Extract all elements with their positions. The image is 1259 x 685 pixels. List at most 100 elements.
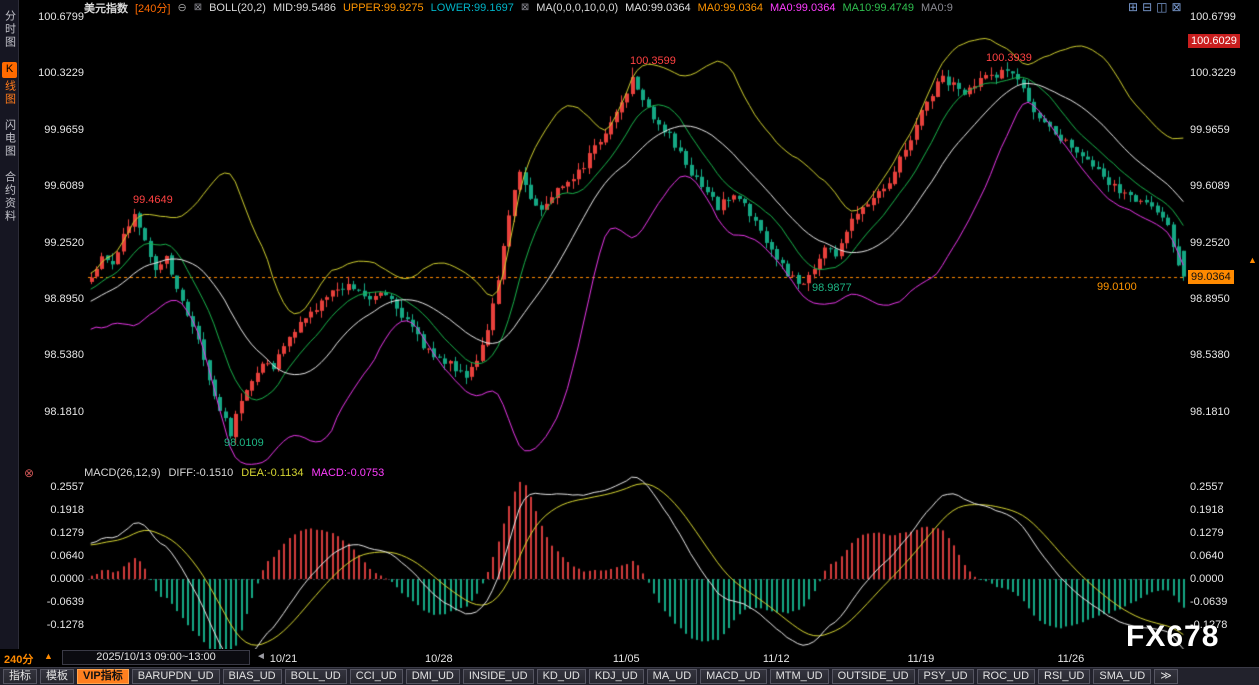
price-badge-1: 99.0364 [1188, 270, 1234, 284]
y-axis-label: 98.8950 [1190, 293, 1230, 305]
price-annotation-0: 99.4649 [133, 194, 173, 206]
ma-value-2: MA0:99.0364 [770, 2, 835, 14]
y-axis-label: 98.5380 [1190, 349, 1230, 361]
tab-VIP指标[interactable]: VIP指标 [77, 669, 129, 684]
price-badge-0: 100.6029 [1188, 34, 1240, 48]
time-axis-bar: 240分 ▲ 2025/10/13 09:00~13:00 ◄ 10/2110/… [0, 649, 1259, 667]
tab-指标[interactable]: 指标 [3, 669, 37, 684]
window-layout-icon-2[interactable]: ◫ [1156, 1, 1167, 14]
active-chart-badge: K [2, 62, 17, 78]
y-axis-label: 99.6089 [44, 180, 84, 192]
chart-canvas[interactable] [0, 0, 1259, 685]
y-axis-label: 99.2520 [44, 237, 84, 249]
ma-remove-icon[interactable]: ⊠ [521, 2, 529, 13]
trading-terminal: 分时图 K线图闪电图合约资料 美元指数 [240分] ⊖ ⊠ BOLL(20,2)… [0, 0, 1259, 685]
x-axis-date-label: 11/19 [908, 653, 935, 665]
ma-label: MA(0,0,0,10,0,0) [536, 2, 618, 14]
tab-MTM_UD[interactable]: MTM_UD [770, 669, 829, 684]
tab-BARUPDN_UD[interactable]: BARUPDN_UD [132, 669, 220, 684]
macd-axis-label: 0.2557 [1190, 481, 1224, 493]
macd-macd-value: MACD:-0.0753 [311, 467, 384, 479]
macd-axis-label: 0.1918 [50, 504, 84, 516]
price-annotation-4: 100.3939 [986, 52, 1032, 64]
ma-values: MA0:99.0364 MA0:99.0364 MA0:99.0364 MA10:99… [625, 2, 953, 14]
x-axis-date-label: 10/28 [425, 653, 453, 665]
y-axis-right: 100.6799100.322999.965999.608999.252098.… [1190, 0, 1256, 685]
y-axis-label: 99.9659 [44, 124, 84, 136]
boll-label: BOLL(20,2) [209, 2, 266, 14]
y-axis-label: 100.6799 [1190, 11, 1236, 23]
ma-value-4: MA0:9 [921, 2, 953, 14]
tab-SMA_UD[interactable]: SMA_UD [1093, 669, 1151, 684]
last-price-arrow-icon: ▲ [1248, 255, 1257, 265]
window-layout-icon-1[interactable]: ⊟ [1142, 1, 1152, 14]
macd-axis-label: 0.2557 [50, 481, 84, 493]
macd-axis-label: 0.1279 [50, 527, 84, 539]
tab-INSIDE_UD[interactable]: INSIDE_UD [463, 669, 534, 684]
symbol-title: 美元指数 [84, 0, 128, 16]
macd-legend: ⊗ MACD(26,12,9) DIFF:-0.1510 DEA:-0.1134… [24, 466, 384, 480]
x-axis-date-label: 11/05 [613, 653, 640, 665]
sidebar-item-0[interactable]: 分时图 [2, 10, 17, 49]
x-axis-date-label: 11/12 [763, 653, 790, 665]
chart-type-sidebar: 分时图 K线图闪电图合约资料 [0, 0, 19, 649]
boll-remove-icon[interactable]: ⊠ [194, 2, 202, 13]
y-axis-label: 100.6799 [38, 11, 84, 23]
tab-KDJ_UD[interactable]: KDJ_UD [589, 669, 644, 684]
macd-axis-label: 0.0000 [50, 573, 84, 585]
price-annotation-2: 100.3599 [630, 55, 676, 67]
collapse-chart-icon[interactable]: ⊖ [177, 1, 186, 14]
tab-MA_UD[interactable]: MA_UD [647, 669, 698, 684]
y-axis-label: 98.1810 [1190, 406, 1230, 418]
tab-≫[interactable]: ≫ [1154, 669, 1178, 684]
macd-axis-label: 0.1279 [1190, 527, 1224, 539]
x-axis-date-label: 10/21 [270, 653, 298, 665]
macd-axis-label: 0.0640 [1190, 550, 1224, 562]
tab-OUTSIDE_UD[interactable]: OUTSIDE_UD [832, 669, 915, 684]
macd-collapse-icon[interactable]: ⊗ [24, 466, 34, 480]
macd-diff-value: DIFF:-0.1510 [168, 467, 233, 479]
macd-axis-label: 0.0640 [50, 550, 84, 562]
tab-模板[interactable]: 模板 [40, 669, 74, 684]
period-label: [240分] [135, 0, 170, 16]
tab-BOLL_UD[interactable]: BOLL_UD [285, 669, 347, 684]
boll-lower-value: LOWER:99.1697 [431, 2, 514, 14]
macd-axis-label: -0.0639 [1190, 596, 1227, 608]
boll-upper-value: UPPER:99.9275 [343, 2, 424, 14]
tab-ROC_UD[interactable]: ROC_UD [977, 669, 1035, 684]
y-axis-left: 100.6799 100.3229 99.9659 99.6089 99.2520 98.… [12, 0, 84, 685]
price-annotation-1: 98.0109 [224, 437, 264, 449]
tab-DMI_UD[interactable]: DMI_UD [406, 669, 460, 684]
price-annotation-5: 99.0100 [1097, 281, 1137, 293]
y-axis-label: 99.2520 [1190, 237, 1230, 249]
ma-value-0: MA0:99.0364 [625, 2, 690, 14]
window-layout-icon-3[interactable]: ⊠ [1171, 1, 1181, 14]
y-axis-label: 100.3229 [38, 67, 84, 79]
tab-MACD_UD[interactable]: MACD_UD [700, 669, 766, 684]
window-layout-icon-0[interactable]: ⊞ [1128, 1, 1138, 14]
sidebar-item-1[interactable]: K线图 [2, 62, 17, 106]
boll-mid-value: MID:99.5486 [273, 2, 336, 14]
ma-value-3: MA10:99.4749 [842, 2, 914, 14]
sidebar-item-3[interactable]: 合约资料 [2, 171, 17, 223]
y-axis-label: 98.1810 [44, 406, 84, 418]
price-annotation-3: 98.9877 [812, 282, 852, 294]
tab-CCI_UD[interactable]: CCI_UD [350, 669, 403, 684]
tab-KD_UD[interactable]: KD_UD [537, 669, 586, 684]
macd-axis-label: -0.0639 [47, 596, 84, 608]
macd-axis-label: -0.1278 [47, 619, 84, 631]
y-axis-label: 98.8950 [44, 293, 84, 305]
macd-axis-label: 0.1918 [1190, 504, 1224, 516]
y-axis-label: 99.6089 [1190, 180, 1230, 192]
ma-value-1: MA0:99.0364 [698, 2, 763, 14]
indicator-tab-bar: 指标模板VIP指标BARUPDN_UDBIAS_UDBOLL_UDCCI_UDD… [0, 667, 1259, 685]
macd-title: MACD(26,12,9) [84, 467, 160, 479]
macd-dea-value: DEA:-0.1134 [241, 467, 303, 479]
sidebar-item-2[interactable]: 闪电图 [2, 119, 17, 158]
tab-PSY_UD[interactable]: PSY_UD [918, 669, 974, 684]
layout-icons: ⊞ ⊟ ◫ ⊠ [1128, 1, 1182, 14]
indicator-legend: 美元指数 [240分] ⊖ ⊠ BOLL(20,2) MID:99.5486 U… [84, 0, 953, 15]
tab-BIAS_UD[interactable]: BIAS_UD [223, 669, 282, 684]
x-axis-date-label: 11/26 [1057, 653, 1084, 665]
tab-RSI_UD[interactable]: RSI_UD [1038, 669, 1090, 684]
